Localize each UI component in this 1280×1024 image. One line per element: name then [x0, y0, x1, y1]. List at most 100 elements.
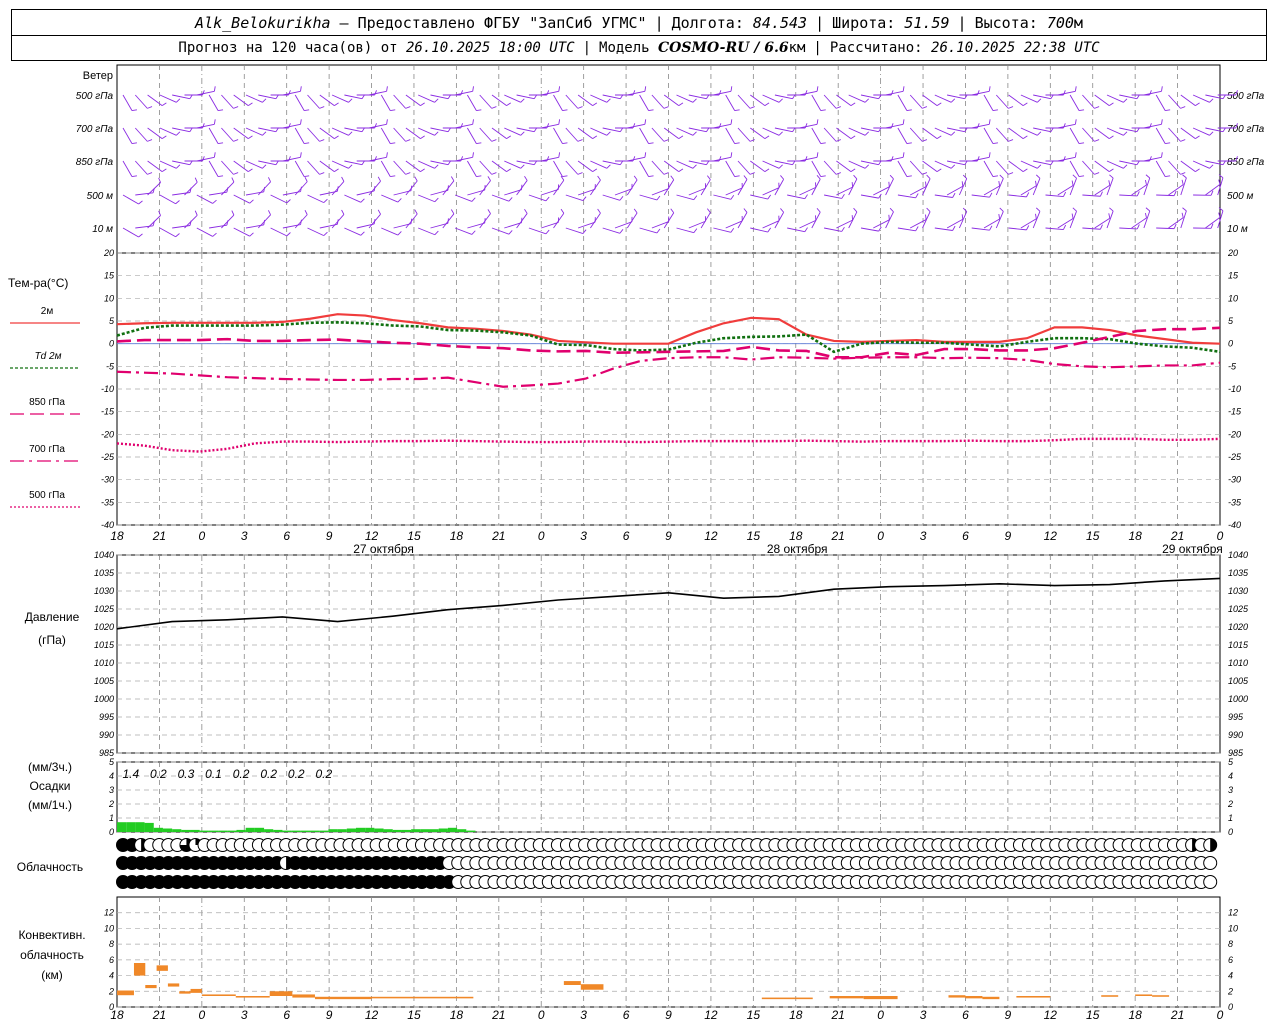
- temp-xtick: 21: [1170, 529, 1184, 543]
- conv-cloud-bar: [314, 996, 372, 1000]
- wind-barb: [971, 227, 990, 231]
- wind-barb-feather: [820, 109, 826, 112]
- wind-barb-feather: [890, 90, 894, 96]
- precip-bar: [199, 830, 209, 832]
- temp-ytick-right: -40: [1228, 520, 1241, 530]
- wind-barb-feather: [1035, 207, 1041, 212]
- temp-ytick-left: -25: [101, 452, 115, 462]
- conv-cloud-bar: [190, 988, 202, 993]
- wind-barb: [602, 94, 621, 100]
- wind-barb-feather: [319, 172, 325, 175]
- wind-barb: [909, 94, 923, 109]
- wind-barb-feather: [414, 176, 418, 182]
- precip-bar: [208, 830, 219, 832]
- wind-barb: [405, 127, 421, 139]
- wind-barb: [824, 194, 842, 199]
- wind-barb-feather: [816, 175, 821, 180]
- wind-barb-feather: [597, 208, 601, 214]
- wind-barb: [1143, 156, 1162, 162]
- conv-xtick: 18: [110, 1008, 124, 1022]
- wind-barb-feather: [1094, 172, 1100, 175]
- wind-barb: [1020, 160, 1038, 169]
- wind-barb: [331, 94, 349, 103]
- wind-barb-feather: [397, 231, 402, 236]
- wind-barb: [995, 160, 1009, 175]
- wind-barb-feather: [304, 142, 310, 145]
- wind-barb-feather: [262, 98, 267, 103]
- wind-barb-feather: [778, 164, 783, 169]
- wind-barb-feather: [262, 131, 267, 136]
- wind-barb: [1156, 194, 1175, 197]
- wind-barb: [922, 211, 931, 229]
- wind-barb: [1119, 160, 1138, 166]
- wind-barb: [934, 160, 952, 169]
- wind-barb: [836, 127, 852, 139]
- precip-bar: [310, 830, 320, 832]
- conv-xtick: 9: [326, 1008, 333, 1022]
- wind-barb: [172, 192, 191, 196]
- wind-barb: [147, 94, 163, 106]
- conv-xtick: 18: [789, 1008, 803, 1022]
- wind-barb-feather: [1161, 119, 1163, 125]
- wind-barb: [233, 227, 250, 237]
- wind-barb-feather: [730, 152, 733, 158]
- wind-barb: [331, 160, 349, 169]
- wind-barb-feather: [693, 195, 698, 200]
- wind-barb-feather: [131, 175, 138, 178]
- wind-barb-feather: [558, 119, 561, 125]
- wind-barb: [134, 127, 148, 142]
- wind-barb-feather: [706, 208, 711, 213]
- wind-barb: [134, 94, 148, 109]
- wind-barb-feather: [131, 109, 138, 112]
- wind-barb: [590, 94, 608, 103]
- wind-barb: [577, 160, 593, 172]
- temp-xtick: 3: [920, 529, 927, 543]
- wind-barb: [651, 127, 665, 142]
- wind-barb: [799, 123, 818, 129]
- wind-barb: [590, 179, 601, 196]
- wind-barb: [257, 181, 271, 196]
- wind-barb-feather: [562, 109, 568, 112]
- wind-barb-feather: [131, 142, 138, 145]
- wind-barb: [848, 127, 866, 136]
- wind-barb: [258, 94, 277, 100]
- temp-xtick: 15: [747, 529, 761, 543]
- wind-barb: [1045, 194, 1064, 198]
- wind-barb-feather: [1144, 212, 1147, 219]
- wind-barb: [971, 123, 990, 129]
- wind-barb: [196, 156, 215, 162]
- wind-barb-feather: [202, 156, 205, 162]
- wind-barb-feather: [692, 164, 697, 169]
- conv-xtick: 18: [450, 1008, 464, 1022]
- precip-3h-total: 0.2: [288, 767, 305, 781]
- conv-cloud-bar: [235, 996, 270, 998]
- wind-barb-feather: [952, 192, 956, 198]
- wind-title: Ветер: [83, 70, 113, 82]
- wind-barb-feather: [212, 232, 217, 237]
- temp-xtick: 15: [407, 529, 421, 543]
- conv-ytick-right: 2: [1227, 986, 1233, 996]
- wind-barb: [1008, 160, 1024, 172]
- wind-barb-feather: [902, 86, 905, 92]
- wind-barb-feather: [663, 172, 669, 175]
- precip-bar: [254, 827, 265, 832]
- wind-barb-feather: [390, 109, 396, 112]
- wind-barb-feather: [520, 164, 525, 169]
- conv-xtick: 9: [1005, 1008, 1012, 1022]
- wind-barb-feather: [678, 102, 684, 106]
- wind-barb-feather: [1195, 168, 1200, 172]
- temp-xtick: 12: [704, 529, 718, 543]
- wind-barb-feather: [420, 135, 425, 139]
- wind-barb: [811, 94, 822, 111]
- wind-barb: [1020, 127, 1038, 136]
- prec-ytick-left: 2: [108, 799, 114, 809]
- conv-xtick: 21: [152, 1008, 166, 1022]
- wind-barb-feather: [816, 152, 819, 158]
- wind-barb-feather: [491, 106, 497, 109]
- wind-barb-feather: [835, 106, 841, 109]
- wind-barb-feather: [267, 177, 271, 183]
- wind-barb: [221, 214, 235, 229]
- wind-level-label-right: 850 гПа: [1227, 157, 1265, 168]
- wind-barb-feather: [1074, 152, 1077, 158]
- wind-barb: [196, 123, 215, 129]
